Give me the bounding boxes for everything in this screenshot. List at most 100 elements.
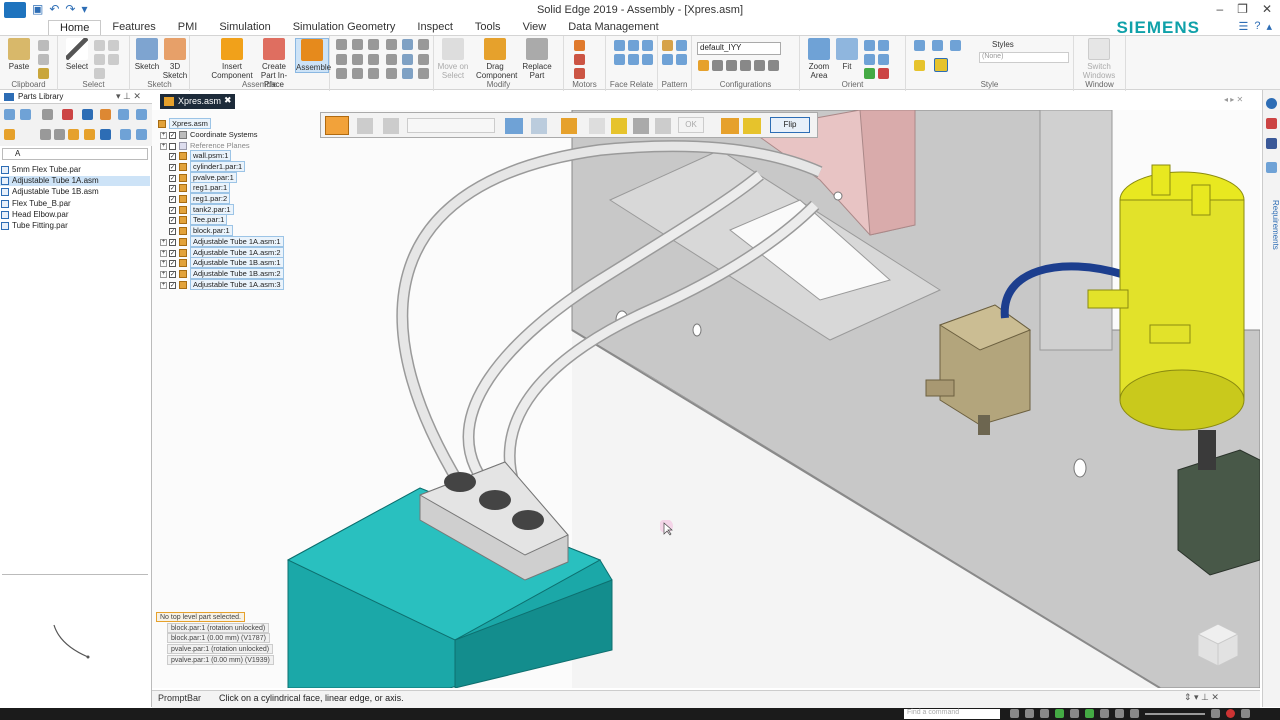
tab-home[interactable]: Home [48,20,102,35]
view-style-icon[interactable] [932,40,943,51]
command-icon[interactable] [531,118,547,134]
relationship-type-icon[interactable] [325,116,349,135]
status-icon[interactable] [1070,709,1079,718]
relate-icon[interactable] [336,39,347,50]
visibility-checkbox[interactable]: ✓ [169,131,176,139]
styles-label[interactable]: Styles [992,40,1014,49]
tab-inspect[interactable]: Inspect [406,20,463,35]
relate-icon[interactable] [368,39,379,50]
rotate-icon[interactable] [864,54,875,65]
record-icon[interactable] [1226,709,1235,718]
3d-viewport[interactable] [152,110,1260,688]
status-icon[interactable] [1085,709,1094,718]
zoom-slider[interactable] [1145,713,1205,715]
list-item[interactable]: Head Elbow.par [0,210,150,220]
relate-icon[interactable] [386,68,397,79]
visibility-checkbox[interactable]: ✓ [169,270,176,278]
face-relate-icon[interactable] [628,40,639,51]
pattern-icon[interactable] [676,40,687,51]
copy-icon[interactable] [38,54,49,65]
tree-node[interactable]: + ✓ Coordinate Systems [160,130,258,140]
replace-part-button[interactable]: Replace Part [518,38,556,80]
tab-pmi[interactable]: PMI [167,20,209,35]
social-icon[interactable] [1266,138,1277,149]
shading-icon[interactable] [934,58,948,72]
assemble-button[interactable]: Assemble [295,38,331,73]
status-icon[interactable] [1025,709,1034,718]
style-select[interactable]: (None) [979,52,1069,63]
format-painter-icon[interactable] [38,68,49,79]
visibility-checkbox[interactable]: ✓ [169,216,176,224]
library-tool-icon[interactable] [100,109,111,120]
panel-icon[interactable] [1266,118,1277,129]
zoom-icon[interactable] [864,40,875,51]
library-tool-icon[interactable] [4,109,15,120]
command-icon[interactable] [655,118,671,134]
rotate-icon[interactable] [743,118,761,134]
tree-node[interactable]: ✓ reg1.par:1 [169,182,231,193]
tree-node[interactable]: ✓ wall.psm:1 [169,150,232,161]
pattern-icon[interactable] [676,54,687,65]
visibility-checkbox[interactable]: ✓ [169,281,176,289]
visibility-checkbox[interactable]: ✓ [169,238,176,246]
switch-windows-button[interactable]: Switch Windows [1082,38,1116,80]
library-tool-icon[interactable] [42,109,53,120]
relate-icon[interactable] [402,54,413,65]
tree-node[interactable]: ✓ reg1.par:2 [169,193,231,204]
expand-icon[interactable]: + [160,249,167,257]
relate-icon[interactable] [336,68,347,79]
library-tool-icon[interactable] [68,129,79,140]
visibility-checkbox[interactable]: ✓ [169,195,176,203]
move-on-select-button[interactable]: Move on Select [436,38,470,80]
command-icon[interactable] [357,118,373,134]
library-folder-icon[interactable] [4,129,15,140]
relate-icon[interactable] [418,39,429,50]
library-tool-icon[interactable] [62,109,73,120]
select-tool-icon[interactable] [94,54,105,65]
face-relate-icon[interactable] [642,40,653,51]
library-tool-icon[interactable] [136,109,147,120]
motor-icon[interactable] [574,40,585,51]
expand-icon[interactable]: + [160,131,167,139]
relation-status-line[interactable]: pvalve.par:1 (0.00 mm) (V1939) [167,655,274,665]
tab-simulation-geometry[interactable]: Simulation Geometry [282,20,407,35]
pattern-icon[interactable] [662,54,673,65]
command-icon[interactable] [633,118,649,134]
view-icon[interactable] [878,54,889,65]
tab-data-management[interactable]: Data Management [557,20,670,35]
search-icon[interactable] [136,129,147,140]
tab-simulation[interactable]: Simulation [208,20,281,35]
visibility-checkbox[interactable]: ✓ [169,227,176,235]
relate-icon[interactable] [386,39,397,50]
face-relate-icon[interactable] [614,54,625,65]
library-tool-icon[interactable] [100,129,111,140]
visibility-checkbox[interactable]: ✓ [169,184,176,192]
layout-icon[interactable]: ☰ [1238,20,1248,33]
minimize-icon[interactable]: – [1216,2,1223,16]
status-icon[interactable] [1241,709,1250,718]
3d-sketch-button[interactable]: 3D Sketch [158,38,192,80]
expand-icon[interactable]: + [160,270,167,278]
tree-node-root[interactable]: Xpres.asm [158,118,211,129]
status-icon[interactable] [1040,709,1049,718]
relate-icon[interactable] [402,68,413,79]
view-cube[interactable] [1196,622,1240,666]
command-icon[interactable] [611,118,627,134]
tree-node[interactable]: ✓ Tee.par:1 [169,214,228,225]
paste-button[interactable]: Paste [2,38,36,71]
offset-select[interactable] [407,118,495,133]
rotate-icon[interactable] [721,118,739,134]
prompt-bar-controls[interactable]: ⇕ ▾ ⊥ ✕ [1184,692,1219,703]
zoom-out-icon[interactable] [1130,709,1139,718]
configuration-select[interactable]: default_IYY [697,42,781,55]
expand-icon[interactable]: + [160,238,167,246]
relate-icon[interactable] [386,54,397,65]
status-icon[interactable] [1010,709,1019,718]
config-icon[interactable] [740,60,751,71]
face-relate-icon[interactable] [614,40,625,51]
relate-icon[interactable] [418,68,429,79]
relate-icon[interactable] [418,54,429,65]
relate-icon[interactable] [352,39,363,50]
view-style-icon[interactable] [950,40,961,51]
visibility-checkbox[interactable]: ✓ [169,249,176,257]
